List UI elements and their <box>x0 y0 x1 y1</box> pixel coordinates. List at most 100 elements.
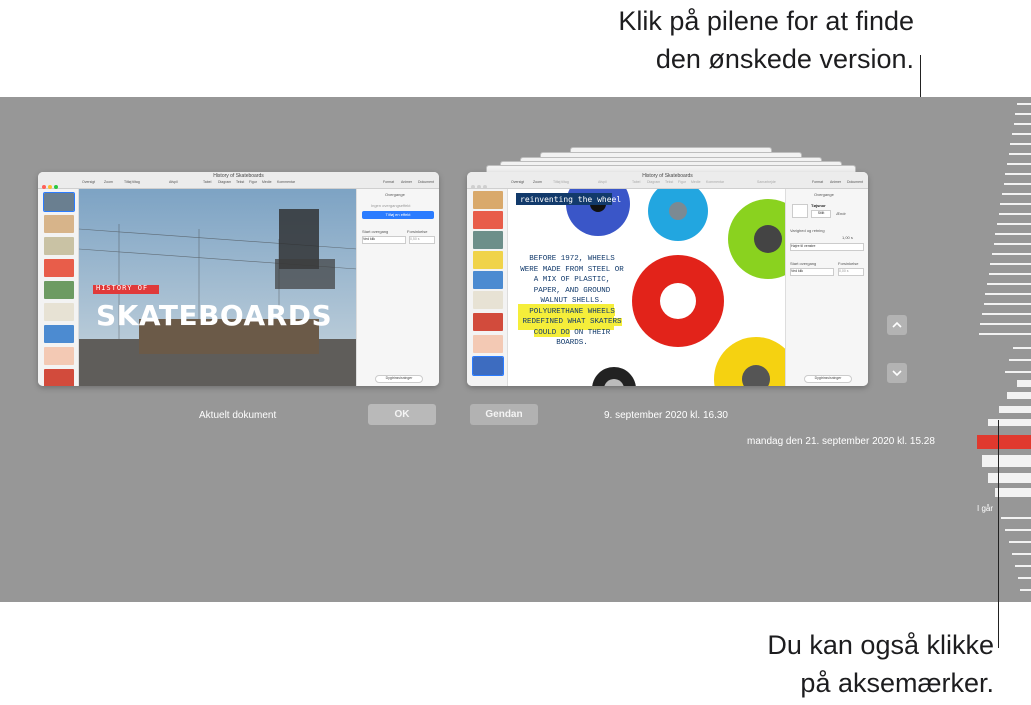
timeline-selected-label: mandag den 21. september 2020 kl. 15.28 <box>747 436 935 447</box>
timeline-tick[interactable] <box>1000 203 1031 205</box>
timeline-tick[interactable] <box>1009 153 1031 155</box>
window-titlebar: History of Skateboards Oversigt Zoom Til… <box>467 172 868 189</box>
timeline-tick[interactable] <box>1017 103 1031 105</box>
timeline-tick[interactable] <box>1009 359 1031 361</box>
timeline-tick[interactable] <box>1001 517 1031 519</box>
ok-button[interactable]: OK <box>368 404 436 425</box>
build-order-button[interactable]: Dygtrinsvisninger <box>375 375 423 383</box>
toolbar-document[interactable]: Dokument <box>418 180 434 184</box>
slide-thumbnail <box>473 231 503 249</box>
toolbar-shape: Figur <box>678 180 686 184</box>
slide-thumbnail[interactable] <box>44 303 74 321</box>
timeline-tick[interactable] <box>979 333 1031 335</box>
restore-button[interactable]: Gendan <box>470 404 538 425</box>
callout-arrows: Klik på pilene for at finde den ønskede … <box>618 2 914 78</box>
timeline-tick[interactable] <box>997 223 1031 225</box>
callout-arrows-line1: Klik på pilene for at finde <box>618 6 914 36</box>
toolbar-comment[interactable]: Kommentar <box>277 180 295 184</box>
timeline-tick[interactable] <box>1005 173 1031 175</box>
timeline-tick[interactable] <box>1012 553 1031 555</box>
timeline-tick[interactable] <box>995 488 1031 497</box>
toolbar-animate[interactable]: Animer <box>401 180 412 184</box>
delay-stepper[interactable]: 0,50 s <box>409 236 435 244</box>
toolbar-oversigt[interactable]: Oversigt <box>82 180 95 184</box>
toolbar-format[interactable]: Format <box>383 180 394 184</box>
toolbar-oversigt: Oversigt <box>511 180 525 184</box>
timeline-tick[interactable] <box>989 273 1031 275</box>
toolbar-shape[interactable]: Figur <box>249 180 257 184</box>
timeline-tick[interactable] <box>1005 371 1031 373</box>
slide-body-plain: BEFORE 1972, WHEELS WERE MADE FROM STEEL… <box>520 255 624 305</box>
timeline-tick[interactable] <box>1010 143 1031 145</box>
timeline-tick[interactable] <box>1013 347 1031 349</box>
timeline-tick[interactable] <box>1015 113 1031 115</box>
toolbar-add[interactable]: Tilføj tiltag <box>124 180 140 184</box>
effect-name: Tøjsnor <box>811 203 826 208</box>
timeline-tick[interactable] <box>1018 577 1031 579</box>
timeline-tick-selected[interactable] <box>977 435 1031 449</box>
change-effect-button: Ændr <box>836 211 846 216</box>
timeline-tick[interactable] <box>1002 193 1031 195</box>
start-transition-value: Ved klik <box>791 269 804 273</box>
next-version-button[interactable] <box>887 363 907 383</box>
effect-preview-icon <box>792 204 808 218</box>
timeline-tick[interactable] <box>982 313 1031 315</box>
timeline-tick[interactable] <box>1007 392 1031 399</box>
version-document-window[interactable]: History of Skateboards Oversigt Zoom Til… <box>467 172 868 386</box>
timeline-yesterday-label[interactable]: I går <box>977 504 993 513</box>
slide-thumbnail[interactable] <box>44 259 74 277</box>
toolbar-table[interactable]: Tabel <box>203 180 211 184</box>
slide-navigator <box>38 189 79 386</box>
no-effect-text: Ingen overgangseffekt <box>371 203 411 208</box>
timeline-tick[interactable] <box>1020 589 1031 591</box>
timeline-tick[interactable] <box>999 406 1031 413</box>
timeline-tick[interactable] <box>980 323 1031 325</box>
timeline-tick[interactable] <box>1017 380 1031 387</box>
start-transition-value: Ved klik <box>363 237 376 241</box>
slide-body: BEFORE 1972, WHEELS WERE MADE FROM STEEL… <box>519 254 625 349</box>
callout-ticks-line2: på aksemærker. <box>800 668 994 698</box>
toolbar-media: Medie <box>691 180 701 184</box>
toolbar-media[interactable]: Medie <box>262 180 272 184</box>
timeline-tick[interactable] <box>988 419 1031 426</box>
toolbar-chart[interactable]: Diagram <box>218 180 231 184</box>
slide-thumbnail[interactable] <box>44 369 74 386</box>
timeline-tick[interactable] <box>982 455 1031 467</box>
timeline-tick[interactable] <box>1005 529 1031 531</box>
timeline-tick[interactable] <box>988 473 1031 483</box>
timeline-tick[interactable] <box>992 253 1031 255</box>
delay-stepper: 0,00 s <box>838 268 864 276</box>
toolbar-table: Tabel <box>632 180 641 184</box>
slide-thumbnail[interactable] <box>44 237 74 255</box>
add-effect-button[interactable]: Tilføj en effekt <box>362 211 434 219</box>
slide-thumbnail[interactable] <box>44 281 74 299</box>
timeline-tick[interactable] <box>995 233 1031 235</box>
previous-version-button[interactable] <box>887 315 907 335</box>
window-title: History of Skateboards <box>213 173 264 179</box>
timeline-tick[interactable] <box>1007 163 1031 165</box>
timeline-tick[interactable] <box>999 213 1031 215</box>
version-stack-edge[interactable] <box>486 165 856 172</box>
timeline-tick[interactable] <box>1012 133 1031 135</box>
timeline-tick[interactable] <box>994 243 1031 245</box>
current-document-window[interactable]: History of Skateboards Oversigt Zoom Til… <box>38 172 439 386</box>
start-transition-select[interactable]: Ved klik <box>362 236 406 244</box>
timeline-tick[interactable] <box>990 263 1031 265</box>
slide-thumbnail[interactable] <box>44 325 74 343</box>
timeline-tick[interactable] <box>1014 123 1031 125</box>
timeline-tick[interactable] <box>1004 183 1031 185</box>
inspector-heading: Overgange <box>814 192 834 197</box>
slide-thumbnail[interactable] <box>44 215 74 233</box>
toolbar-format: Format <box>812 180 824 184</box>
timeline-tick[interactable] <box>1015 565 1031 567</box>
timeline-tick[interactable] <box>984 303 1031 305</box>
timeline-tick[interactable] <box>1009 541 1031 543</box>
timeline-tick[interactable] <box>987 283 1031 285</box>
toolbar-play[interactable]: Afspil <box>169 180 178 184</box>
toolbar-text[interactable]: Tekst <box>236 180 244 184</box>
slide-thumbnail[interactable] <box>44 347 74 365</box>
toolbar-text: Tekst <box>665 180 674 184</box>
slide-thumbnail[interactable] <box>43 192 75 212</box>
timeline-tick[interactable] <box>985 293 1031 295</box>
toolbar-zoom[interactable]: Zoom <box>104 180 113 184</box>
